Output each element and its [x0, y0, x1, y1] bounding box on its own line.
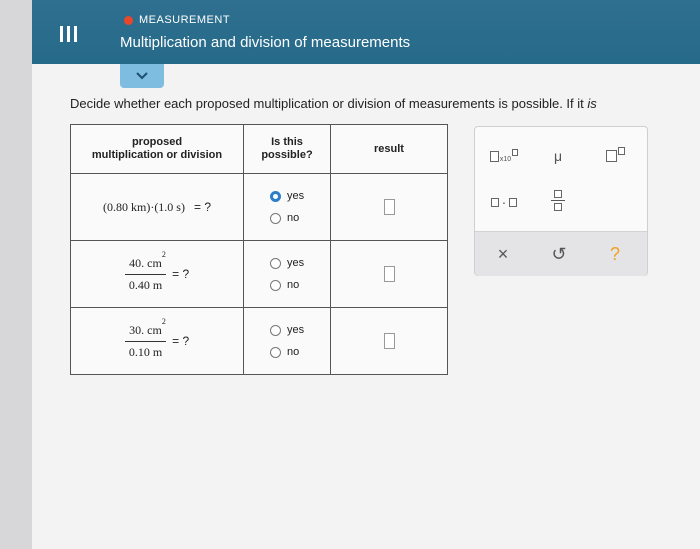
instructions: Decide whether each proposed multiplicat… [70, 96, 597, 111]
palette-actions: × ↺ ? [475, 231, 647, 276]
result-cell-2 [330, 240, 448, 308]
result-input-3[interactable] [383, 333, 395, 349]
result-input-2[interactable] [383, 266, 395, 282]
fraction-button[interactable] [541, 183, 575, 217]
radio-no-1-circle[interactable] [270, 212, 281, 224]
question-table: proposed multiplication or division Is t… [70, 124, 448, 375]
expression-3: 30. cm 2 0.10 m = ? [70, 307, 244, 375]
multiply-dot-button[interactable]: · [483, 191, 525, 213]
possible-choice-3: yes no [243, 307, 331, 375]
table-row: 40. cm 2 0.40 m = ? yes no [70, 240, 448, 308]
top-bar: MEASUREMENT Multiplication and division … [32, 0, 700, 64]
radio-yes-3-circle[interactable] [270, 324, 281, 336]
header-result: result [330, 124, 448, 174]
main-content: Decide whether each proposed multiplicat… [32, 64, 700, 549]
table-row: 30. cm 2 0.10 m = ? yes no [70, 307, 448, 375]
expression-2: 40. cm 2 0.40 m = ? [70, 240, 244, 308]
possible-choice-2: yes no [243, 240, 331, 308]
undo-icon[interactable]: ↺ [545, 242, 573, 266]
radio-yes-1[interactable]: yes [270, 190, 330, 202]
radio-yes-2[interactable]: yes [270, 257, 330, 269]
page-title: Multiplication and division of measureme… [120, 34, 411, 51]
expression-1: (0.80 km)·(1.0 s) = ? [70, 173, 244, 241]
result-cell-3 [330, 307, 448, 375]
superscript-button[interactable] [597, 145, 633, 167]
help-icon[interactable]: ? [601, 242, 629, 266]
collapse-toggle[interactable] [120, 64, 164, 88]
result-cell-1 [330, 173, 448, 241]
radio-yes-1-circle[interactable] [270, 190, 281, 202]
menu-icon[interactable] [60, 26, 78, 42]
radio-no-1[interactable]: no [270, 212, 330, 224]
instructions-text: Decide whether each proposed multiplicat… [70, 96, 584, 111]
table-row: (0.80 km)·(1.0 s) = ? yes no [70, 173, 448, 241]
instructions-cut-word: is [587, 96, 597, 111]
radio-yes-2-circle[interactable] [270, 257, 281, 269]
times-ten-power-button[interactable]: x10 [483, 145, 525, 167]
topic-row: MEASUREMENT [124, 14, 230, 26]
chevron-down-icon [136, 72, 148, 80]
math-palette: x10 μ · × ↺ ? [474, 126, 648, 276]
result-input-1[interactable] [383, 199, 395, 215]
radio-no-2-circle[interactable] [270, 279, 281, 291]
radio-yes-3[interactable]: yes [270, 324, 330, 336]
header-possible: Is this possible? [243, 124, 331, 174]
header-proposed: proposed multiplication or division [70, 124, 244, 174]
radio-no-3[interactable]: no [270, 346, 330, 358]
mu-button[interactable]: μ [541, 145, 575, 167]
radio-no-2[interactable]: no [270, 279, 330, 291]
clear-icon[interactable]: × [489, 242, 517, 266]
topic-status-dot [124, 15, 133, 25]
topic-label: MEASUREMENT [139, 14, 231, 26]
left-edge [0, 0, 32, 549]
possible-choice-1: yes no [243, 173, 331, 241]
radio-no-3-circle[interactable] [270, 346, 281, 358]
